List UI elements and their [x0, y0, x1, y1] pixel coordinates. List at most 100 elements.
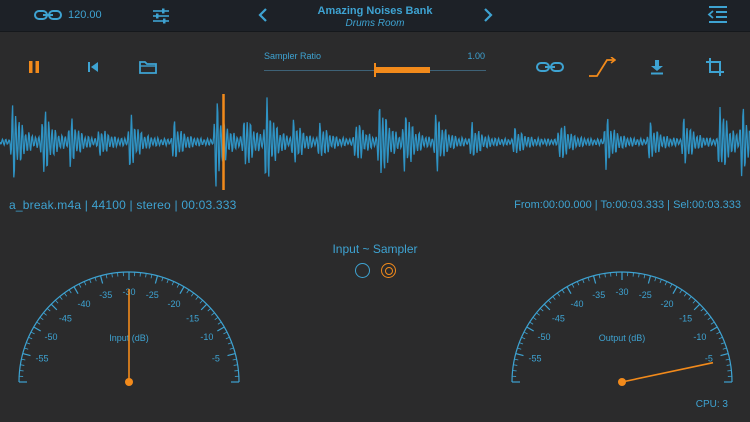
output-meter-tick: [704, 312, 708, 316]
input-meter-tick: [30, 331, 35, 335]
output-meter-tick: [720, 342, 725, 345]
sampler-mode-radio[interactable]: [381, 263, 396, 278]
output-meter-tick: [552, 296, 556, 300]
output-meter-tick: [576, 281, 580, 286]
selection-range: From:00:00.000 | To:00:03.333 | Sel:00:0…: [514, 199, 741, 211]
input-meter-tick: [33, 326, 41, 332]
sliders-icon[interactable]: [152, 8, 170, 24]
input-meter-tick: [186, 289, 190, 294]
input-meter-tick: [105, 274, 108, 279]
input-meter-tick: [154, 275, 159, 284]
input-meter-tick-label: -55: [36, 354, 49, 364]
input-meter-hub: [125, 378, 133, 386]
sampler-ratio-value: 1.00: [467, 51, 485, 61]
input-meter-tick: [199, 299, 203, 304]
link-icon[interactable]: [34, 8, 62, 22]
input-meter-tick-label: -50: [45, 332, 58, 342]
sampler-ratio-knob[interactable]: [374, 63, 376, 77]
output-meter-tick: [604, 273, 606, 278]
skip-back-icon[interactable]: [87, 61, 99, 73]
input-meter-tick: [36, 321, 41, 325]
output-meter-tick: [529, 321, 534, 325]
cpu-usage: CPU: 3: [695, 399, 728, 410]
output-meter-tick: [513, 364, 518, 366]
input-meter-tick: [89, 279, 92, 284]
input-meter-tick: [223, 331, 228, 335]
output-meter-tick: [536, 312, 540, 316]
download-icon[interactable]: [650, 59, 664, 75]
output-meter-tick: [710, 321, 715, 325]
output-meter-tick: [643, 274, 646, 279]
output-meter-tick: [664, 281, 668, 286]
pause-icon[interactable]: [28, 60, 40, 74]
sampler-ratio-fill[interactable]: [376, 67, 431, 73]
input-meter-tick-label: -10: [200, 332, 213, 342]
chevron-right-icon[interactable]: [483, 8, 493, 22]
output-meter-tick: [548, 299, 552, 304]
waveform[interactable]: [0, 92, 750, 192]
output-meter-tick: [539, 308, 544, 312]
input-meter-tick: [227, 342, 232, 345]
waveform-trace: [0, 97, 750, 187]
input-meter-tick: [99, 275, 104, 284]
output-meter-tick-label: -40: [570, 299, 583, 309]
output-meter-tick: [566, 286, 572, 294]
input-meter-tick: [59, 296, 63, 300]
output-meter-tick: [582, 279, 585, 284]
input-meter-tick: [171, 281, 175, 286]
input-meter-tick: [46, 308, 51, 312]
input-meter-tick: [28, 336, 33, 340]
output-meter-tick: [725, 358, 730, 361]
input-meter-tick: [211, 312, 215, 316]
output-meter-tick: [592, 275, 597, 284]
output-meter-tick: [517, 347, 522, 350]
input-meter-tick: [217, 321, 222, 325]
output-meter-tick: [532, 317, 537, 321]
output-meter-tick: [722, 347, 727, 350]
output-meter-tick: [707, 317, 712, 321]
output-meter-tick-label: -50: [538, 332, 551, 342]
input-meter-tick: [55, 299, 59, 304]
input-meter-tick: [73, 286, 79, 294]
file-info: a_break.m4a | 44100 | stereo | 00:03.333: [9, 198, 237, 212]
crop-icon[interactable]: [705, 57, 725, 77]
link-icon[interactable]: [536, 61, 564, 73]
input-meter-tick: [83, 281, 87, 286]
output-meter-hub: [618, 378, 626, 386]
input-meter-tick: [24, 347, 29, 350]
input-meter-tick: [217, 326, 225, 332]
input-meter-tick: [214, 317, 219, 321]
curve-icon[interactable]: [588, 57, 616, 77]
output-meter-tick-label: -35: [592, 290, 605, 300]
input-meter-tick-label: -5: [212, 354, 220, 364]
bank-title: Amazing Noises Bank: [317, 5, 433, 17]
input-mode-radio[interactable]: [355, 263, 370, 278]
input-meter-tick: [229, 347, 234, 350]
bpm-value[interactable]: 120.00: [68, 9, 102, 21]
input-meter-tick: [39, 317, 44, 321]
output-meter-tick: [514, 358, 519, 361]
input-meter-tick: [207, 308, 212, 312]
output-meter-tick: [718, 336, 723, 340]
input-meter-tick: [111, 273, 113, 278]
output-meter-tick: [638, 273, 640, 278]
output-meter-tick: [672, 286, 678, 294]
sampler-ratio-label: Sampler Ratio: [264, 51, 322, 61]
input-meter-tick: [225, 336, 230, 340]
output-meter-tick: [598, 274, 601, 279]
list-indent-icon[interactable]: [707, 5, 729, 25]
input-meter-tick-label: -15: [186, 313, 199, 323]
output-meter-tick: [557, 292, 561, 297]
output-meter-tick: [710, 326, 718, 332]
input-meter-tick: [179, 286, 185, 294]
input-meter-tick: [145, 273, 147, 278]
input-meter-tick: [195, 296, 199, 300]
output-meter-tick: [716, 331, 721, 335]
chevron-left-icon[interactable]: [258, 8, 268, 22]
input-meter-tick: [232, 358, 237, 361]
folder-icon[interactable]: [139, 60, 157, 74]
output-meter-tick-label: -45: [552, 313, 565, 323]
output-meter-tick-label: -25: [639, 290, 652, 300]
output-meter-needle: [621, 361, 714, 383]
input-level-meter: -55-50-45-40-35-30-25-20-15-10-5Input (d…: [18, 271, 240, 386]
